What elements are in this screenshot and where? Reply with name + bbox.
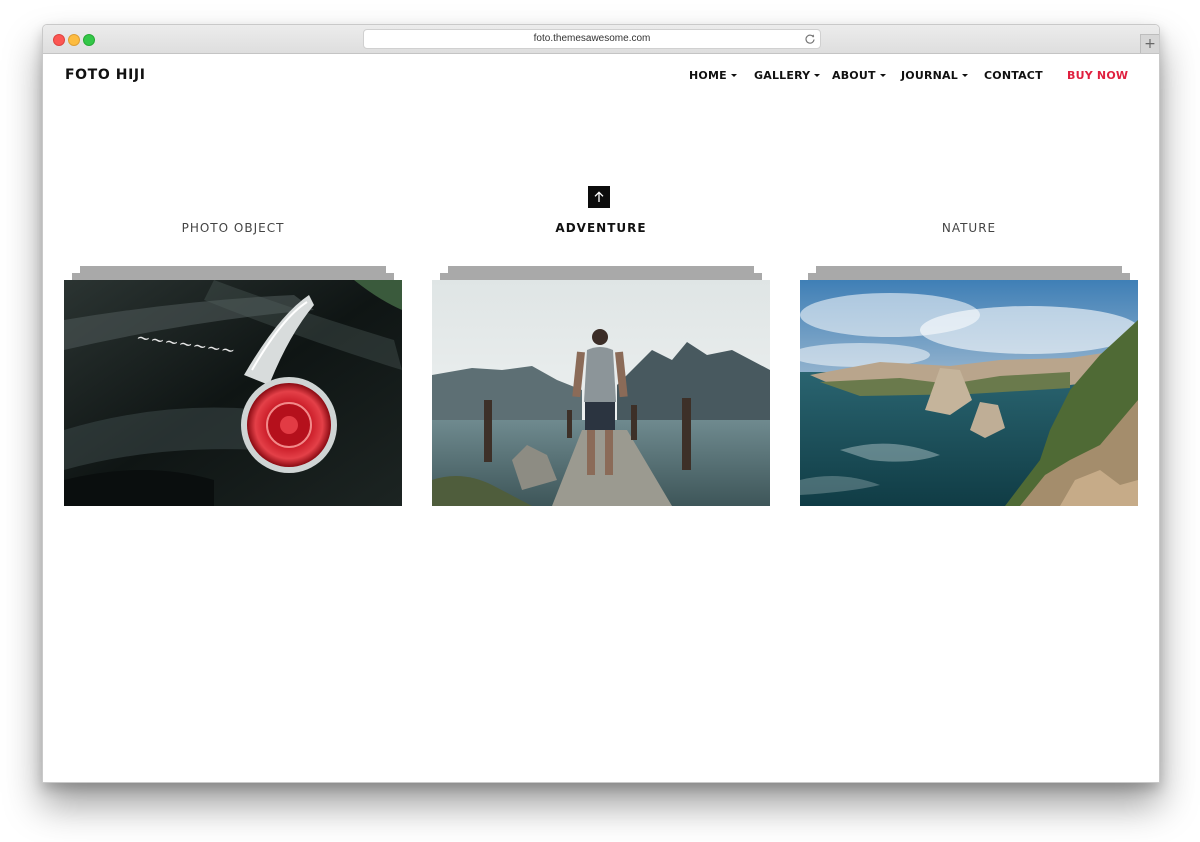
caret-down-icon bbox=[961, 74, 968, 77]
buy-now-link[interactable]: BUY NOW bbox=[1067, 69, 1128, 82]
reload-icon[interactable] bbox=[804, 33, 816, 45]
nav-item-contact[interactable]: CONTACT bbox=[984, 69, 1043, 82]
category-title-adventure[interactable]: ADVENTURE bbox=[432, 221, 770, 235]
pier-mountain-lake-image bbox=[432, 280, 770, 506]
scroll-up-button[interactable] bbox=[588, 186, 610, 208]
browser-window: foto.themesawesome.com + FOTO HIJI HOME … bbox=[42, 24, 1160, 783]
new-tab-button[interactable]: + bbox=[1140, 34, 1159, 53]
close-window-button[interactable] bbox=[53, 34, 65, 46]
minimize-window-button[interactable] bbox=[68, 34, 80, 46]
category-title-photo-object[interactable]: PHOTO OBJECT bbox=[64, 221, 402, 235]
album-cover-photo-object[interactable]: ~~~~~~~ bbox=[64, 280, 402, 506]
browser-titlebar: foto.themesawesome.com + bbox=[43, 25, 1159, 54]
caret-down-icon bbox=[814, 74, 821, 77]
album-cover-nature[interactable] bbox=[800, 280, 1138, 506]
album-stack-layer bbox=[816, 266, 1122, 273]
nav-item-label: CONTACT bbox=[984, 69, 1043, 82]
category-title-nature[interactable]: NATURE bbox=[800, 221, 1138, 235]
address-bar-url: foto.themesawesome.com bbox=[533, 33, 651, 44]
album-stack-layer bbox=[440, 273, 762, 280]
nav-item-label: HOME bbox=[689, 69, 727, 82]
address-bar[interactable]: foto.themesawesome.com bbox=[363, 29, 821, 49]
album-stack-layer bbox=[808, 273, 1130, 280]
caret-down-icon bbox=[879, 74, 886, 77]
nav-item-journal[interactable]: JOURNAL bbox=[901, 69, 968, 82]
nav-item-about[interactable]: ABOUT bbox=[832, 69, 886, 82]
maximize-window-button[interactable] bbox=[83, 34, 95, 46]
nav-item-gallery[interactable]: GALLERY bbox=[754, 69, 821, 82]
car-tail-light-image: ~~~~~~~ bbox=[64, 280, 402, 506]
album-stack-layer bbox=[80, 266, 386, 273]
album-cover-adventure[interactable] bbox=[432, 280, 770, 506]
nav-item-label: GALLERY bbox=[754, 69, 811, 82]
nav-item-label: JOURNAL bbox=[901, 69, 958, 82]
album-stack-layer bbox=[448, 266, 754, 273]
site-logo[interactable]: FOTO HIJI bbox=[65, 67, 146, 83]
site-header: FOTO HIJI HOME GALLERY ABOUT JOURNAL CON… bbox=[43, 53, 1159, 99]
album-stack-layer bbox=[72, 273, 394, 280]
nav-item-label: ABOUT bbox=[832, 69, 876, 82]
nav-item-home[interactable]: HOME bbox=[689, 69, 737, 82]
arrow-up-icon bbox=[594, 191, 604, 202]
coastal-cliffs-image bbox=[800, 280, 1138, 506]
caret-down-icon bbox=[730, 74, 737, 77]
